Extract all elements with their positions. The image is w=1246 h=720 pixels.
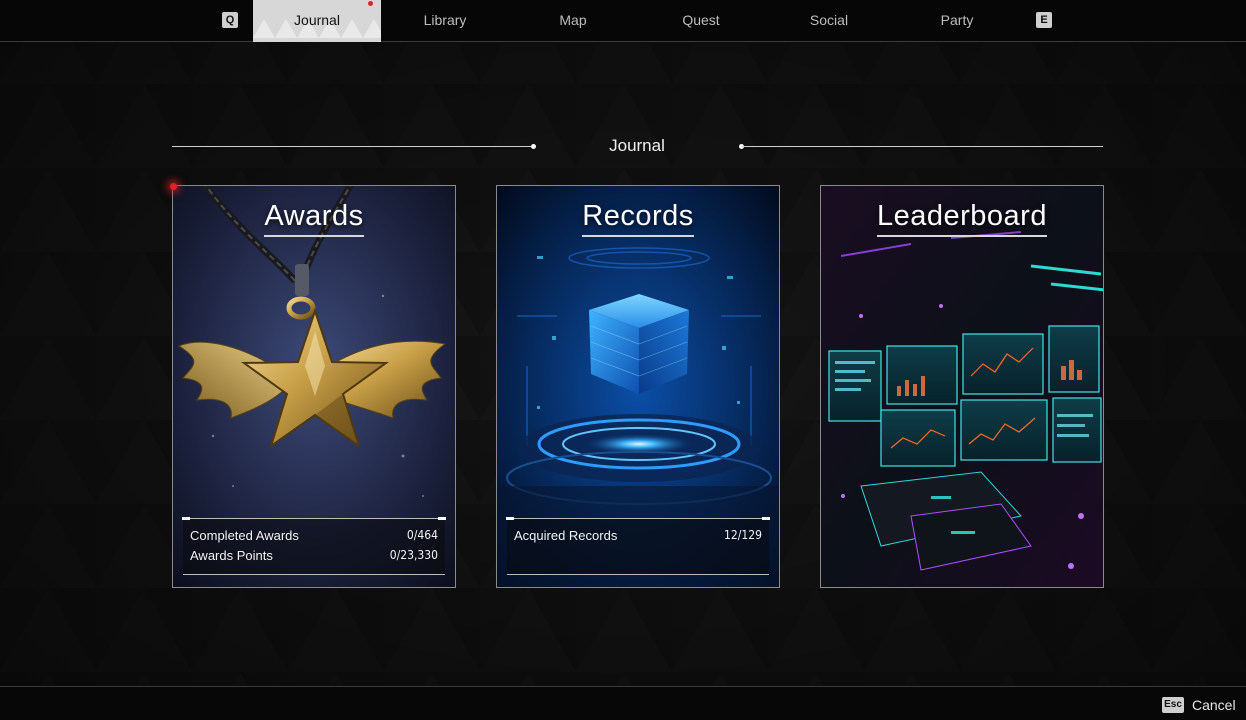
esc-key[interactable]: Esc bbox=[1162, 697, 1184, 713]
notification-dot bbox=[368, 1, 373, 6]
prev-tab-key[interactable]: Q bbox=[222, 12, 238, 28]
tab-party[interactable]: Party bbox=[893, 0, 1021, 42]
tab-label: Journal bbox=[294, 12, 340, 28]
stat-row: Awards Points 0/23,330 bbox=[190, 548, 438, 563]
tab-library[interactable]: Library bbox=[381, 0, 509, 42]
tab-map[interactable]: Map bbox=[509, 0, 637, 42]
leaderboard-art-monitors bbox=[821, 186, 1103, 587]
awards-notification-dot bbox=[170, 183, 177, 190]
divider-dot bbox=[531, 144, 536, 149]
tab-social[interactable]: Social bbox=[765, 0, 893, 42]
stat-row: Completed Awards 0/464 bbox=[190, 528, 438, 543]
stat-label: Completed Awards bbox=[190, 528, 299, 543]
stat-row: Acquired Records 12/129 bbox=[514, 528, 762, 543]
cancel-button[interactable]: Cancel bbox=[1192, 697, 1236, 713]
next-tab-key[interactable]: E bbox=[1036, 12, 1052, 28]
records-card[interactable]: Records Acquired Records 12/129 bbox=[496, 185, 780, 588]
tab-label: Library bbox=[423, 12, 467, 28]
bottom-bar bbox=[0, 686, 1246, 720]
stat-value: 0/23,330 bbox=[389, 548, 438, 562]
tab-label: Map bbox=[559, 12, 587, 28]
records-title: Records bbox=[582, 200, 694, 237]
awards-title: Awards bbox=[264, 200, 364, 237]
stat-value: 12/129 bbox=[724, 528, 762, 542]
leaderboard-title: Leaderboard bbox=[877, 200, 1047, 237]
tab-quest[interactable]: Quest bbox=[637, 0, 765, 42]
header-divider-left bbox=[172, 146, 533, 147]
tab-journal[interactable]: Journal bbox=[253, 0, 381, 42]
tab-label: Quest bbox=[682, 12, 720, 28]
tab-label: Social bbox=[809, 12, 849, 28]
tab-label: Party bbox=[940, 12, 974, 28]
stat-value: 0/464 bbox=[406, 528, 438, 542]
header-divider-right bbox=[742, 146, 1103, 147]
awards-card[interactable]: Awards Completed Awards 0/464 Awards Poi… bbox=[172, 185, 456, 588]
section-title: Journal bbox=[609, 136, 665, 155]
top-nav-bar: Q Journal Library Map Quest Social Party… bbox=[0, 0, 1246, 42]
stat-label: Acquired Records bbox=[514, 528, 618, 543]
records-stats-panel: Acquired Records 12/129 bbox=[506, 517, 770, 575]
leaderboard-card[interactable]: Leaderboard bbox=[820, 185, 1104, 588]
stat-label: Awards Points bbox=[190, 548, 273, 563]
awards-stats-panel: Completed Awards 0/464 Awards Points 0/2… bbox=[182, 517, 446, 575]
